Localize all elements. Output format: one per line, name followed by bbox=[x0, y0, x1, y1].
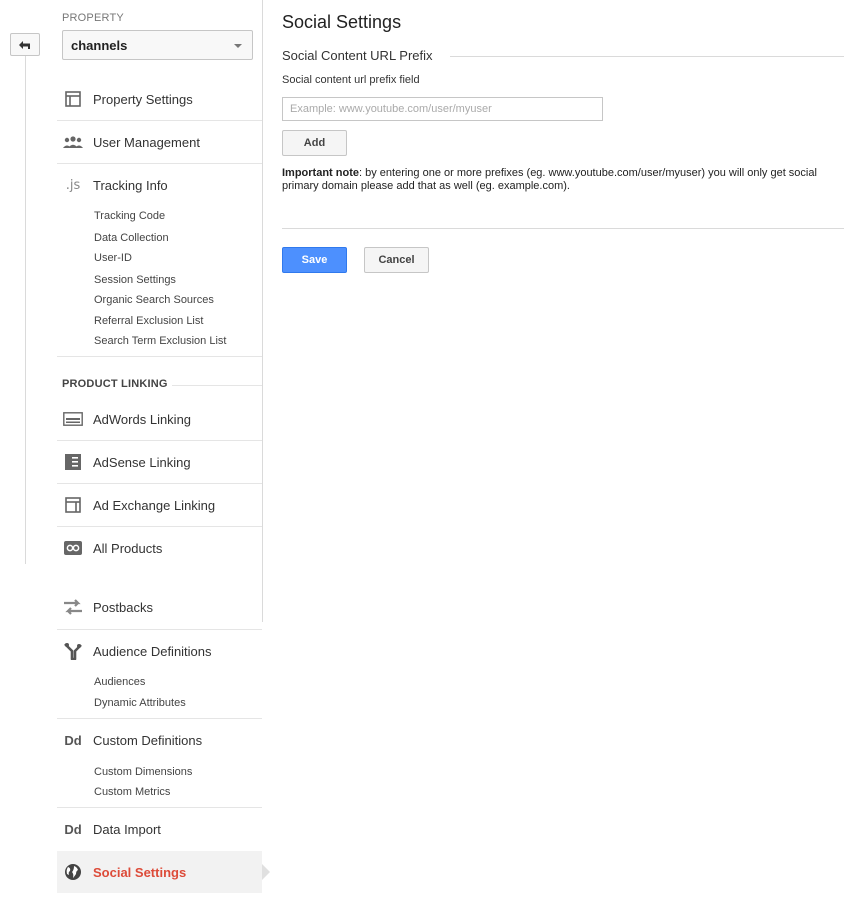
property-dropdown[interactable]: channels bbox=[62, 30, 253, 60]
nav-label: All Products bbox=[93, 541, 163, 556]
note-line-1: Important note: by entering one or more … bbox=[282, 167, 844, 180]
all-products-icon bbox=[62, 539, 84, 557]
sub-item-audiences[interactable]: Audiences bbox=[94, 676, 145, 688]
property-label: PROPERTY bbox=[62, 12, 124, 24]
window-icon bbox=[62, 90, 84, 108]
sub-item-referral-exclusion-list[interactable]: Referral Exclusion List bbox=[94, 315, 203, 327]
add-button[interactable]: Add bbox=[282, 130, 347, 156]
nav-item-adsense-linking[interactable]: AdSense Linking bbox=[57, 441, 262, 483]
sub-item-dynamic-attributes[interactable]: Dynamic Attributes bbox=[94, 697, 186, 709]
nav-label: Tracking Info bbox=[93, 178, 168, 193]
adsense-icon bbox=[62, 453, 84, 471]
funnel-icon bbox=[62, 642, 84, 660]
nav-label: Data Import bbox=[93, 822, 161, 837]
nav-label: Postbacks bbox=[93, 600, 153, 615]
nav-separator-line bbox=[262, 0, 263, 622]
note-text: : by entering one or more prefixes (eg. … bbox=[359, 167, 817, 179]
note-line-2: primary domain please add that as well (… bbox=[282, 180, 570, 192]
sub-item-data-collection[interactable]: Data Collection bbox=[94, 232, 169, 244]
sub-item-search-term-exclusion-list[interactable]: Search Term Exclusion List bbox=[94, 335, 226, 347]
field-label: Social content url prefix field bbox=[282, 74, 420, 86]
nav-item-ad-exchange-linking[interactable]: Ad Exchange Linking bbox=[57, 484, 262, 526]
back-arrow-icon bbox=[18, 40, 32, 50]
cancel-button[interactable]: Cancel bbox=[364, 247, 429, 273]
ad-exchange-icon bbox=[62, 496, 84, 514]
nav-label: Ad Exchange Linking bbox=[93, 498, 216, 513]
nav-item-adwords-linking[interactable]: AdWords Linking bbox=[57, 398, 262, 440]
nav-item-custom-definitions[interactable]: Dd Custom Definitions bbox=[57, 719, 262, 761]
back-button[interactable] bbox=[10, 33, 40, 56]
nav-label: AdSense Linking bbox=[93, 455, 191, 470]
nav-label: AdWords Linking bbox=[93, 412, 192, 427]
adwords-icon bbox=[62, 410, 84, 428]
divider bbox=[282, 228, 844, 229]
sub-item-custom-dimensions[interactable]: Custom Dimensions bbox=[94, 766, 192, 778]
globe-icon bbox=[62, 863, 84, 881]
product-linking-header: PRODUCT LINKING bbox=[62, 378, 168, 390]
property-selected-value: channels bbox=[71, 38, 128, 53]
section-line bbox=[172, 385, 262, 386]
divider bbox=[57, 356, 262, 357]
nav-item-all-products[interactable]: All Products bbox=[57, 527, 262, 569]
js-icon: .js bbox=[65, 177, 81, 193]
sub-item-custom-metrics[interactable]: Custom Metrics bbox=[94, 786, 170, 798]
note-bold: Important note bbox=[282, 167, 359, 179]
nav-item-data-import[interactable]: Dd Data Import bbox=[57, 808, 262, 850]
important-note: Important note: by entering one or more … bbox=[282, 167, 844, 193]
nav-item-postbacks[interactable]: Postbacks bbox=[57, 586, 262, 628]
nav-label: Property Settings bbox=[93, 92, 193, 107]
nav-item-audience-definitions[interactable]: Audience Definitions bbox=[57, 630, 262, 672]
dd-icon: Dd bbox=[64, 821, 82, 837]
nav-label: User Management bbox=[93, 135, 200, 150]
sub-item-organic-search-sources[interactable]: Organic Search Sources bbox=[94, 294, 214, 306]
nav-item-social-settings[interactable]: Social Settings bbox=[57, 851, 262, 893]
users-icon bbox=[62, 133, 84, 151]
nav-label: Social Settings bbox=[93, 865, 187, 880]
postbacks-icon bbox=[62, 598, 84, 616]
nav-item-property-settings[interactable]: Property Settings bbox=[57, 78, 262, 120]
nav-item-tracking-info[interactable]: .js Tracking Info bbox=[57, 164, 262, 206]
active-indicator bbox=[262, 864, 270, 880]
sub-item-user-id[interactable]: User-ID bbox=[94, 252, 132, 264]
sub-item-tracking-code[interactable]: Tracking Code bbox=[94, 210, 165, 222]
save-button[interactable]: Save bbox=[282, 247, 347, 273]
page-title: Social Settings bbox=[282, 12, 402, 32]
url-prefix-input[interactable] bbox=[282, 97, 603, 121]
sub-item-session-settings[interactable]: Session Settings bbox=[94, 274, 176, 286]
section-title: Social Content URL Prefix bbox=[282, 48, 433, 63]
nav-label: Custom Definitions bbox=[93, 733, 203, 748]
chevron-down-icon bbox=[234, 44, 242, 48]
nav-label: Audience Definitions bbox=[93, 644, 212, 659]
nav-item-user-management[interactable]: User Management bbox=[57, 121, 262, 163]
left-rail-line bbox=[25, 56, 26, 564]
section-line bbox=[450, 56, 844, 57]
dd-icon: Dd bbox=[64, 732, 82, 748]
